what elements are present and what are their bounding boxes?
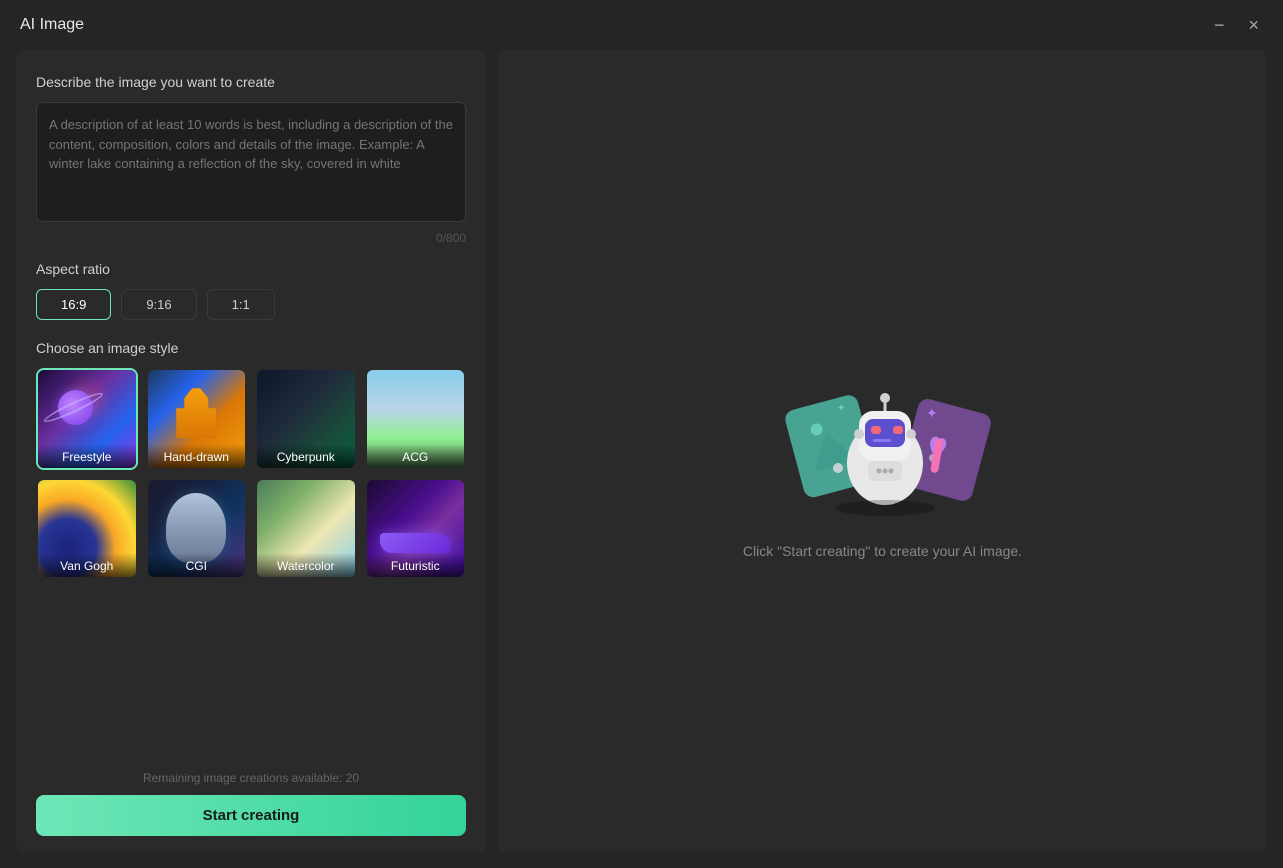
style-label-handdrawn: Hand-drawn: [148, 444, 246, 468]
style-label-acg: ACG: [367, 444, 465, 468]
aspect-ratio-title: Aspect ratio: [36, 261, 466, 277]
style-item-handdrawn[interactable]: Hand-drawn: [146, 368, 248, 470]
remaining-text: Remaining image creations available: 20: [36, 771, 466, 785]
ratio-16-9-button[interactable]: 16:9: [36, 289, 111, 320]
main-window: AI Image − × Describe the image you want…: [0, 0, 1283, 868]
minimize-button[interactable]: −: [1210, 14, 1229, 36]
style-item-vangogh[interactable]: Van Gogh: [36, 478, 138, 580]
left-panel: Describe the image you want to create 0/…: [16, 50, 486, 852]
right-panel: ✦ ✦ Click "Start creating" to create you…: [498, 50, 1267, 852]
style-item-cyberpunk[interactable]: Cyberpunk: [255, 368, 357, 470]
title-bar-controls: − ×: [1210, 14, 1263, 36]
style-label-watercolor: Watercolor: [257, 553, 355, 577]
style-grid: Freestyle Hand-drawn Cyberpunk: [36, 368, 466, 579]
style-label-vangogh: Van Gogh: [38, 553, 136, 577]
style-label-futuristic: Futuristic: [367, 553, 465, 577]
styles-section: Choose an image style Freestyle: [36, 340, 466, 755]
style-label-cyberpunk: Cyberpunk: [257, 444, 355, 468]
ratio-9-16-button[interactable]: 9:16: [121, 289, 196, 320]
main-content: Describe the image you want to create 0/…: [0, 50, 1283, 868]
style-item-watercolor[interactable]: Watercolor: [255, 478, 357, 580]
style-item-freestyle[interactable]: Freestyle: [36, 368, 138, 470]
ratio-1-1-button[interactable]: 1:1: [207, 289, 275, 320]
styles-title: Choose an image style: [36, 340, 466, 356]
description-section: Describe the image you want to create 0/…: [36, 74, 466, 261]
robot-illustration: ✦ ✦: [763, 343, 1003, 523]
char-count: 0/800: [36, 231, 466, 245]
style-item-cgi[interactable]: CGI: [146, 478, 248, 580]
start-creating-button[interactable]: Start creating: [36, 795, 466, 836]
description-title: Describe the image you want to create: [36, 74, 466, 90]
window-title: AI Image: [20, 16, 84, 34]
description-textarea[interactable]: [36, 102, 466, 222]
bottom-section: Remaining image creations available: 20 …: [36, 755, 466, 836]
style-label-freestyle: Freestyle: [38, 444, 136, 468]
ratio-buttons: 16:9 9:16 1:1: [36, 289, 466, 320]
title-bar: AI Image − ×: [0, 0, 1283, 50]
svg-text:✦: ✦: [926, 405, 938, 421]
prompt-text: Click "Start creating" to create your AI…: [743, 543, 1022, 559]
style-item-acg[interactable]: ACG: [365, 368, 467, 470]
aspect-ratio-section: Aspect ratio 16:9 9:16 1:1: [36, 261, 466, 320]
style-item-futuristic[interactable]: Futuristic: [365, 478, 467, 580]
style-label-cgi: CGI: [148, 553, 246, 577]
svg-text:✦: ✦: [837, 403, 845, 414]
close-button[interactable]: ×: [1244, 14, 1263, 36]
